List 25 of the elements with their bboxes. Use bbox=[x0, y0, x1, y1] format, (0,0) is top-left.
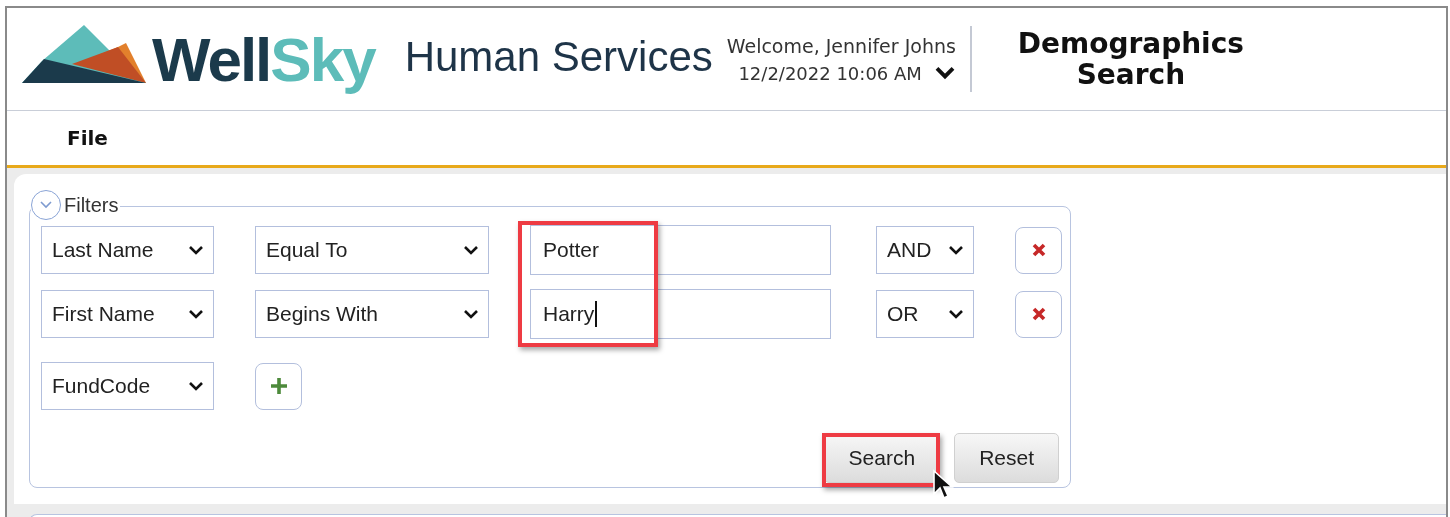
date-time: 12/2/2022 10:06 AM bbox=[738, 62, 922, 84]
chevron-down-icon bbox=[933, 65, 956, 81]
dropdown[interactable]: AND bbox=[876, 226, 974, 274]
welcome-text: Welcome, Jennifer Johns bbox=[726, 34, 956, 57]
dropdown[interactable]: Begins With bbox=[255, 290, 489, 338]
dropdown[interactable]: FundCode bbox=[41, 362, 214, 410]
input-field[interactable]: Harry bbox=[530, 289, 831, 339]
close-icon bbox=[1030, 242, 1047, 258]
plus-icon bbox=[268, 376, 289, 396]
dropdown[interactable]: First Name bbox=[41, 290, 214, 338]
menu-item[interactable]: File bbox=[57, 122, 118, 154]
input-field[interactable]: Potter bbox=[530, 225, 831, 275]
dropdown[interactable]: Last Name bbox=[41, 226, 214, 274]
remove-button[interactable] bbox=[1015, 290, 1062, 338]
remove-button[interactable] bbox=[1015, 226, 1062, 274]
page-title: Demographics Search bbox=[1016, 27, 1245, 91]
product-name: Human Services bbox=[404, 33, 713, 81]
action-button[interactable]: Reset bbox=[954, 433, 1059, 483]
add-button[interactable] bbox=[255, 362, 302, 410]
user-menu-button[interactable] bbox=[933, 65, 956, 81]
dropdown[interactable]: Equal To bbox=[255, 226, 489, 274]
collapse-toggle[interactable] bbox=[31, 190, 61, 220]
dropdown[interactable]: OR bbox=[876, 290, 974, 338]
close-icon bbox=[1030, 306, 1047, 322]
filters-legend: Filters bbox=[64, 193, 121, 217]
